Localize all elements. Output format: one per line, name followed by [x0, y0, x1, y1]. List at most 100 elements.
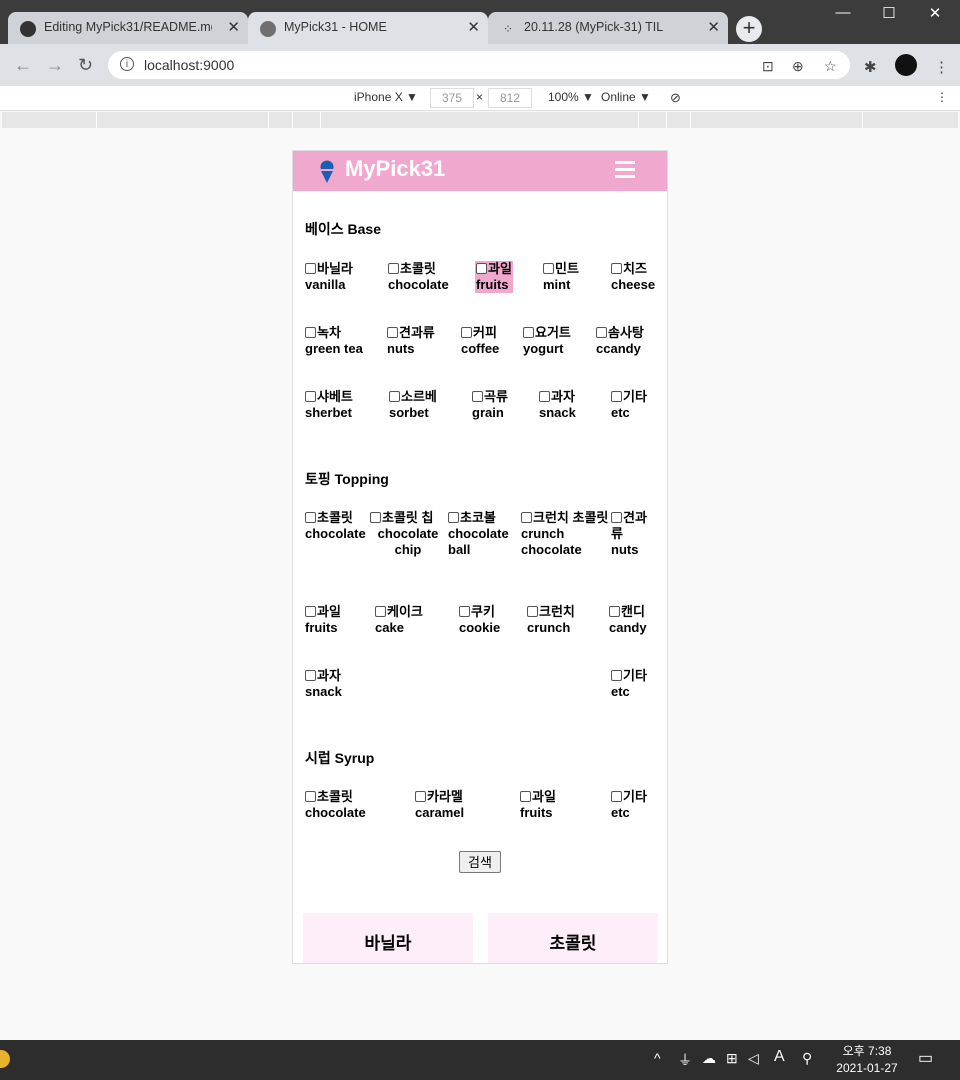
minimize-icon[interactable]: —: [820, 4, 866, 21]
topping-option-chocolate-ball[interactable]: 초코볼 chocolate ball: [448, 510, 518, 558]
base-option-mint[interactable]: 민트 mint: [543, 261, 579, 293]
checkbox[interactable]: [389, 391, 400, 402]
base-option-green-tea[interactable]: 녹차 green tea: [305, 325, 363, 357]
topping-option-crunch[interactable]: 크런치 crunch: [527, 604, 575, 636]
input-language[interactable]: A: [774, 1048, 785, 1066]
checkbox[interactable]: [611, 670, 622, 681]
checkbox[interactable]: [305, 263, 316, 274]
usb-icon[interactable]: ⏚: [678, 1050, 692, 1070]
base-option-vanilla[interactable]: 바닐라 vanilla: [305, 261, 353, 293]
base-option-yogurt[interactable]: 요거트 yogurt: [523, 325, 571, 357]
menu-kebab-icon[interactable]: ⋮: [934, 58, 949, 76]
address-bar[interactable]: i localhost:9000 ⊡ ⊕ ☆: [108, 51, 850, 79]
device-select[interactable]: iPhone X ▼: [354, 90, 418, 104]
syrup-option-etc[interactable]: 기타 etc: [611, 789, 647, 821]
base-option-sherbet[interactable]: 샤베트 sherbet: [305, 389, 353, 421]
reload-icon[interactable]: ↻: [78, 55, 93, 76]
topping-option-cake[interactable]: 케이크 cake: [375, 604, 423, 636]
brand-logo[interactable]: MyPick31: [345, 156, 445, 182]
result-card[interactable]: 바닐라: [303, 913, 473, 963]
viewport-width-input[interactable]: 375: [430, 88, 474, 108]
viewport-height-input[interactable]: 812: [488, 88, 532, 108]
syrup-option-chocolate[interactable]: 초콜릿 chocolate: [305, 789, 366, 821]
checkbox[interactable]: [375, 606, 386, 617]
checkbox[interactable]: [521, 512, 532, 523]
topping-option-nuts[interactable]: 견과류 nuts: [611, 510, 647, 558]
network-icon[interactable]: ⊞: [726, 1050, 738, 1067]
result-card[interactable]: 초콜릿: [488, 913, 658, 963]
new-tab-button[interactable]: +: [736, 16, 762, 42]
base-option-fruits[interactable]: 과일 fruits: [475, 261, 513, 293]
topping-option-candy[interactable]: 캔디 candy: [609, 604, 647, 636]
volume-icon[interactable]: ◁: [748, 1050, 759, 1067]
profile-avatar[interactable]: [895, 54, 917, 76]
tab-readme[interactable]: Editing MyPick31/README.md at ✕: [8, 12, 248, 44]
syrup-option-fruits[interactable]: 과일 fruits: [520, 789, 556, 821]
checkbox[interactable]: [448, 512, 459, 523]
tray-chevron-icon[interactable]: ^: [654, 1050, 661, 1066]
checkbox[interactable]: [305, 670, 316, 681]
ime-icon[interactable]: ⚲: [802, 1050, 812, 1067]
checkbox[interactable]: [523, 327, 534, 338]
checkbox[interactable]: [305, 512, 316, 523]
onedrive-error-icon[interactable]: ☁: [702, 1050, 716, 1067]
checkbox[interactable]: [611, 263, 622, 274]
checkbox[interactable]: [305, 606, 316, 617]
topping-option-etc[interactable]: 기타 etc: [611, 668, 647, 700]
checkbox[interactable]: [305, 391, 316, 402]
translate-icon[interactable]: ⊡: [762, 58, 774, 75]
topping-option-chocolate-chip[interactable]: 초콜릿 칩 chocolate chip: [370, 510, 446, 558]
close-icon[interactable]: ✕: [707, 18, 720, 36]
checkbox[interactable]: [609, 606, 620, 617]
checkbox[interactable]: [611, 391, 622, 402]
close-icon[interactable]: ✕: [467, 18, 480, 36]
topping-option-fruits[interactable]: 과일 fruits: [305, 604, 341, 636]
network-select[interactable]: Online ▼: [601, 90, 651, 104]
checkbox[interactable]: [459, 606, 470, 617]
base-option-sorbet[interactable]: 소르베 sorbet: [389, 389, 437, 421]
base-option-grain[interactable]: 곡류 grain: [472, 389, 508, 421]
checkbox[interactable]: [387, 327, 398, 338]
checkbox[interactable]: [305, 791, 316, 802]
topping-option-snack[interactable]: 과자 snack: [305, 668, 342, 700]
topping-option-crunch-chocolate[interactable]: 크런치 초콜릿 crunch chocolate: [521, 510, 611, 558]
base-option-ccandy[interactable]: 솜사탕 ccandy: [596, 325, 644, 357]
close-icon[interactable]: ✕: [227, 18, 240, 36]
url-text[interactable]: localhost:9000: [144, 57, 234, 73]
checkbox[interactable]: [611, 512, 622, 523]
tab-home[interactable]: MyPick31 - HOME ✕: [248, 12, 488, 44]
taskbar-clock[interactable]: 오후 7:38 2021-01-27: [832, 1043, 902, 1077]
checkbox[interactable]: [539, 391, 550, 402]
ice-cream-icon[interactable]: [319, 160, 335, 184]
checkbox[interactable]: [370, 512, 381, 523]
devtools-more-icon[interactable]: ⋮: [936, 90, 948, 104]
checkbox[interactable]: [543, 263, 554, 274]
checkbox[interactable]: [472, 391, 483, 402]
maximize-icon[interactable]: ☐: [866, 4, 912, 22]
checkbox[interactable]: [596, 327, 607, 338]
site-info-icon[interactable]: i: [120, 57, 134, 71]
checkbox[interactable]: [415, 791, 426, 802]
topping-option-chocolate[interactable]: 초콜릿 chocolate: [305, 510, 369, 542]
checkbox[interactable]: [305, 327, 316, 338]
topping-option-cookie[interactable]: 쿠키 cookie: [459, 604, 500, 636]
checkbox[interactable]: [520, 791, 531, 802]
forward-icon[interactable]: →: [46, 55, 64, 76]
checkbox[interactable]: [388, 263, 399, 274]
checkbox[interactable]: [611, 791, 622, 802]
base-option-snack[interactable]: 과자 snack: [539, 389, 576, 421]
hamburger-menu-icon[interactable]: [615, 161, 635, 179]
base-option-nuts[interactable]: 견과류 nuts: [387, 325, 435, 357]
rotate-icon[interactable]: ⊘: [670, 90, 681, 106]
checkbox[interactable]: [461, 327, 472, 338]
syrup-option-caramel[interactable]: 카라멜 caramel: [415, 789, 464, 821]
zoom-select[interactable]: 100% ▼: [548, 90, 594, 104]
bookmark-star-icon[interactable]: ☆: [824, 58, 837, 75]
base-option-coffee[interactable]: 커피 coffee: [461, 325, 499, 357]
extensions-icon[interactable]: ✱: [864, 58, 877, 76]
base-option-chocolate[interactable]: 초콜릿 chocolate: [388, 261, 449, 293]
search-button[interactable]: 검색: [459, 851, 501, 873]
checkbox[interactable]: [476, 263, 487, 274]
tab-til[interactable]: ⁘ 20.11.28 (MyPick-31) TIL ✕: [488, 12, 728, 44]
zoom-icon[interactable]: ⊕: [792, 58, 804, 75]
